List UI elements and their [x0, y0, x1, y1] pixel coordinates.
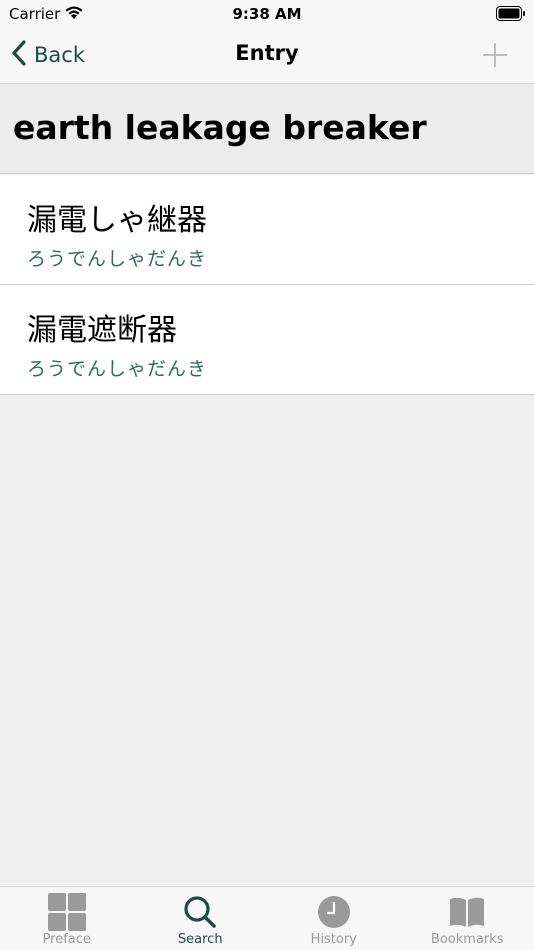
result-reading: ろうでんしゃだんき — [27, 248, 208, 270]
preface-grid-icon — [47, 892, 87, 932]
tab-label: Search — [177, 932, 223, 947]
book-icon — [448, 892, 486, 932]
status-bar: Carrier 9:38 AM — [0, 0, 534, 28]
tab-history[interactable]: History — [267, 887, 401, 950]
page-title: Entry — [235, 41, 299, 65]
result-word: 漏電遮断器 — [27, 313, 177, 348]
list-item[interactable]: 漏電しゃ継器 ろうでんしゃだんき — [0, 175, 534, 285]
plus-icon — [482, 43, 508, 72]
status-time: 9:38 AM — [232, 5, 302, 23]
search-icon — [183, 892, 217, 932]
result-reading: ろうでんしゃだんき — [27, 358, 208, 380]
results-list: 漏電しゃ継器 ろうでんしゃだんき 漏電遮断器 ろうでんしゃだんき — [0, 175, 534, 395]
navigation-bar: Back Entry — [0, 28, 534, 84]
clock-icon — [317, 892, 351, 932]
tab-label: Preface — [42, 932, 91, 947]
tab-label: History — [310, 932, 357, 947]
term-header: earth leakage breaker — [0, 84, 534, 174]
battery-icon — [496, 6, 526, 25]
tab-bar: Preface Search History Bookmarks — [0, 886, 534, 950]
result-word: 漏電しゃ継器 — [27, 203, 207, 238]
tab-bookmarks[interactable]: Bookmarks — [401, 887, 534, 950]
tab-search[interactable]: Search — [134, 887, 268, 950]
add-bookmark-button[interactable] — [482, 42, 508, 72]
tab-label: Bookmarks — [430, 932, 504, 947]
entry-term: earth leakage breaker — [13, 108, 427, 147]
tab-preface[interactable]: Preface — [0, 887, 134, 950]
list-item[interactable]: 漏電遮断器 ろうでんしゃだんき — [0, 285, 534, 395]
